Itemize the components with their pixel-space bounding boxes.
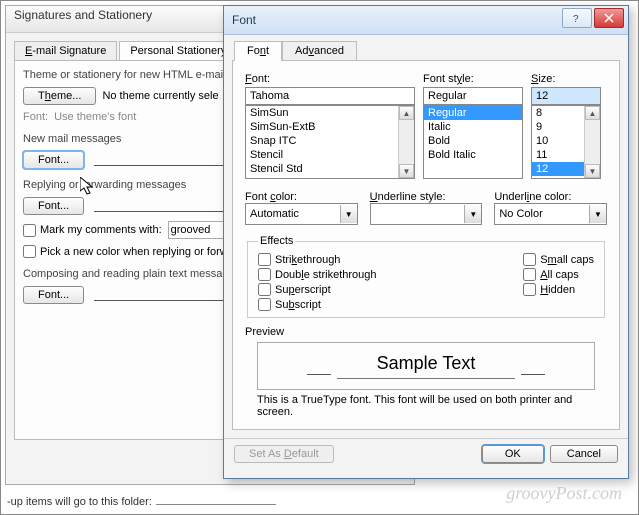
set-default-button: Set As Default xyxy=(234,445,334,463)
preview-label: Preview xyxy=(245,326,284,338)
scroll-up-icon[interactable]: ▲ xyxy=(585,106,600,120)
chevron-down-icon[interactable]: ▼ xyxy=(464,205,481,223)
chevron-down-icon[interactable]: ▼ xyxy=(589,205,606,223)
font-color-dropdown[interactable]: Automatic ▼ xyxy=(245,203,358,225)
preview-note: This is a TrueType font. This font will … xyxy=(257,394,607,418)
font-dialog-title: Font xyxy=(232,13,256,27)
tab-email-signature[interactable]: E-mail Signature xyxy=(14,41,117,60)
font-dialog: Font ? Font Advanced Font: xyxy=(223,5,629,479)
effect-small-caps[interactable]: Small caps xyxy=(523,253,594,266)
list-item[interactable]: Italic xyxy=(424,120,522,134)
underline-style-label: Underline style: xyxy=(370,191,483,203)
pick-new-color-check[interactable]: Pick a new color when replying or forw xyxy=(23,245,228,258)
ok-button[interactable]: OK xyxy=(482,445,544,463)
chevron-down-icon[interactable]: ▼ xyxy=(340,205,357,223)
list-item[interactable]: Bold Italic xyxy=(424,148,522,162)
effect-subscript[interactable]: Subscript xyxy=(258,298,377,311)
effect-superscript[interactable]: Superscript xyxy=(258,283,377,296)
reply-font-button[interactable]: Font... xyxy=(23,197,84,215)
no-theme-label: No theme currently sele xyxy=(102,90,218,102)
cancel-button[interactable]: Cancel xyxy=(550,445,618,463)
effect-double-strikethrough[interactable]: Double strikethrough xyxy=(258,268,377,281)
effects-group: Effects Strikethrough Double strikethrou… xyxy=(247,235,605,318)
scrollbar[interactable]: ▲ ▼ xyxy=(584,106,600,178)
font-size-input[interactable] xyxy=(531,87,601,105)
list-item[interactable]: Regular xyxy=(424,106,522,120)
font-name-input[interactable] xyxy=(245,87,415,105)
preview-text: Sample Text xyxy=(337,353,516,379)
font-tab-font[interactable]: Font xyxy=(234,41,282,61)
watermark: groovyPost.com xyxy=(506,483,622,504)
preview-box: Sample Text xyxy=(257,342,595,390)
svg-text:?: ? xyxy=(573,14,579,23)
effect-strikethrough[interactable]: Strikethrough xyxy=(258,253,377,266)
font-size-list[interactable]: 8 9 10 11 12 ▲ ▼ xyxy=(531,105,601,179)
list-item[interactable]: Stencil xyxy=(246,148,414,162)
font-style-label: Font style: xyxy=(423,73,523,85)
list-item[interactable]: SimSun xyxy=(246,106,414,120)
plain-font-button[interactable]: Font... xyxy=(23,286,84,304)
underline-color-dropdown[interactable]: No Color ▼ xyxy=(494,203,607,225)
help-button[interactable]: ? xyxy=(562,8,592,28)
list-item[interactable]: Stencil Std xyxy=(246,162,414,176)
font-style-list[interactable]: Regular Italic Bold Bold Italic xyxy=(423,105,523,179)
effects-legend: Effects xyxy=(258,235,295,247)
list-item[interactable]: SimSun-ExtB xyxy=(246,120,414,134)
font-tab-advanced[interactable]: Advanced xyxy=(282,41,357,61)
use-theme-font: Use theme's font xyxy=(54,111,136,123)
underline-color-label: Underline color: xyxy=(494,191,607,203)
scroll-up-icon[interactable]: ▲ xyxy=(399,106,414,120)
list-item[interactable]: Bold xyxy=(424,134,522,148)
tab-personal-stationery[interactable]: Personal Stationery xyxy=(119,41,237,60)
scroll-down-icon[interactable]: ▼ xyxy=(585,164,600,178)
effect-all-caps[interactable]: All caps xyxy=(523,268,594,281)
font-size-label: Size: xyxy=(531,73,601,85)
effect-hidden[interactable]: Hidden xyxy=(523,283,594,296)
scroll-down-icon[interactable]: ▼ xyxy=(399,164,414,178)
font-name-label: Font: xyxy=(245,73,415,85)
underline-style-dropdown[interactable]: ▼ xyxy=(370,203,483,225)
scrollbar[interactable]: ▲ ▼ xyxy=(398,106,414,178)
font-label: Font: xyxy=(23,111,48,123)
list-item[interactable]: Snap ITC xyxy=(246,134,414,148)
theme-button[interactable]: Theme... xyxy=(23,87,96,105)
font-style-input[interactable] xyxy=(423,87,523,105)
footer-note: -up items will go to this folder: xyxy=(7,496,276,508)
font-name-list[interactable]: SimSun SimSun-ExtB Snap ITC Stencil Sten… xyxy=(245,105,415,179)
close-button[interactable] xyxy=(594,8,624,28)
mark-comments-check[interactable]: Mark my comments with: xyxy=(23,224,162,237)
new-mail-font-button[interactable]: Font... xyxy=(23,151,84,169)
font-color-label: Font color: xyxy=(245,191,358,203)
